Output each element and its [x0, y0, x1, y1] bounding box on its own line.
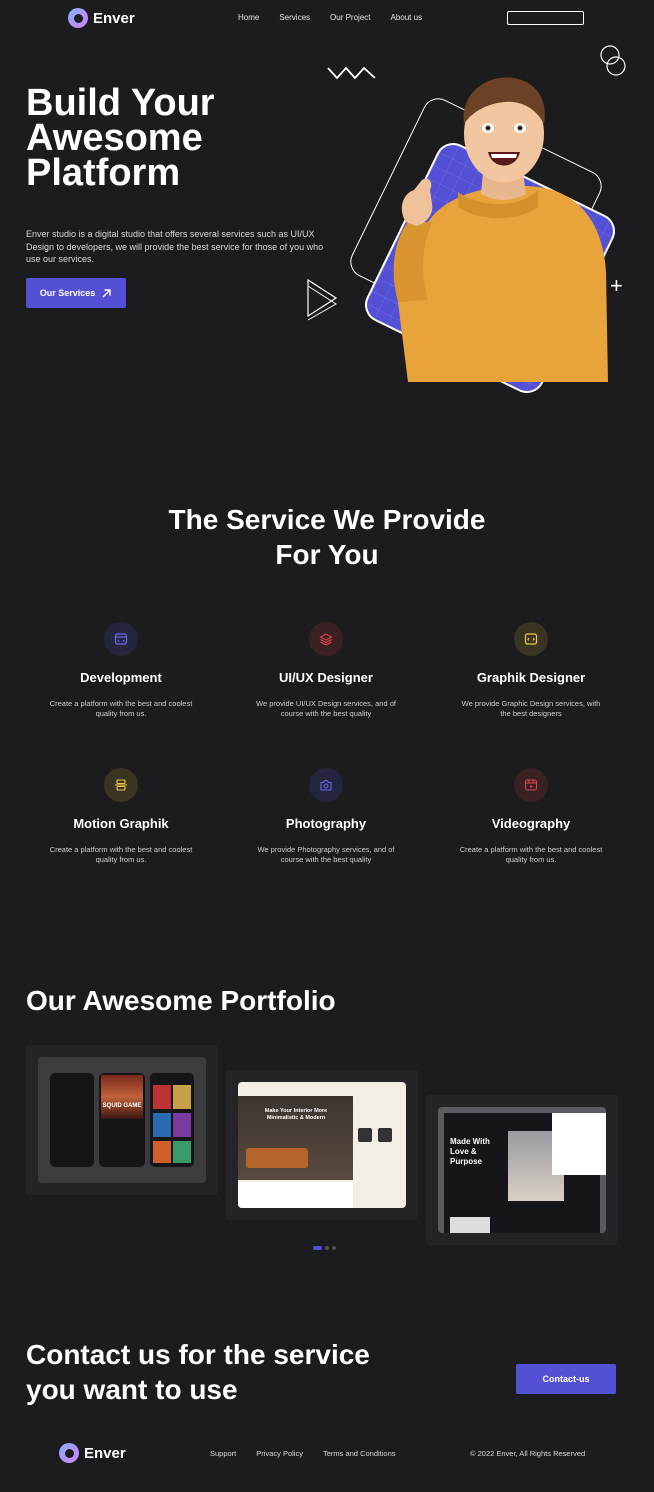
service-name: UI/UX Designer	[279, 670, 373, 685]
hero-description: Enver studio is a digital studio that of…	[26, 229, 324, 264]
service-card-graphik-designer[interactable]: Graphik Designer We provide Graphic Desi…	[436, 622, 626, 719]
service-description: We provide Graphic Design services, with…	[461, 699, 601, 718]
service-description: We provide UI/UX Design services, and of…	[256, 699, 396, 718]
service-description: Create a platform with the best and cool…	[49, 699, 193, 718]
hero-title-line: Platform	[26, 152, 181, 194]
hero-title-line: Build Your	[26, 82, 215, 124]
services-title: The Service We Provide For You	[0, 502, 654, 572]
nav-links: Home Services Our Project About us	[238, 13, 442, 22]
hero-title: Build Your Awesome Platform	[26, 82, 326, 194]
portfolio-item-label: Made With Love & Purpose	[450, 1137, 490, 1166]
portfolio-screenshot: Make Your Interior More Minimalistic & M…	[238, 1082, 406, 1208]
layers-icon	[309, 622, 343, 656]
hero-person-image	[393, 77, 608, 382]
portfolio-item-label: SQUID GAME	[102, 1103, 142, 1109]
footer-link-terms[interactable]: Terms and Conditions	[323, 1449, 396, 1458]
portfolio-item-label: Make Your Interior More Minimalistic & M…	[264, 1108, 328, 1121]
brand-name: Enver	[84, 1444, 126, 1462]
portfolio-title: Our Awesome Portfolio	[26, 985, 336, 1016]
contact-title-line: you want to use	[26, 1374, 238, 1405]
motion-icon	[104, 768, 138, 802]
service-name: Motion Graphik	[73, 816, 169, 831]
portfolio-card-interior-website[interactable]: Make Your Interior More Minimalistic & M…	[226, 1070, 418, 1220]
service-name: Graphik Designer	[476, 670, 586, 685]
pagination-dot[interactable]	[332, 1246, 336, 1250]
top-nav: Enver Home Services Our Project About us	[0, 0, 654, 36]
service-card-photography[interactable]: Photography We provide Photography servi…	[231, 768, 421, 865]
pagination-dot[interactable]	[325, 1246, 329, 1250]
arrow-up-right-icon	[102, 288, 111, 297]
enver-logo-icon	[59, 1443, 79, 1463]
enver-logo-icon	[68, 8, 88, 28]
portfolio-screenshot: SQUID GAME	[38, 1057, 206, 1183]
service-card-uiux[interactable]: UI/UX Designer We provide UI/UX Design s…	[231, 622, 421, 719]
service-name: Development	[80, 670, 162, 685]
service-card-motion-graphik[interactable]: Motion Graphik Create a platform with th…	[26, 768, 216, 865]
zigzag-decoration-icon	[327, 66, 376, 80]
nav-link-our-project[interactable]: Our Project	[330, 13, 370, 22]
play-decoration-icon	[307, 278, 338, 321]
browser-icon	[104, 622, 138, 656]
video-icon	[514, 768, 548, 802]
portfolio-card-mobile-app[interactable]: SQUID GAME	[26, 1045, 218, 1195]
service-description: Create a platform with the best and cool…	[459, 845, 603, 864]
service-name: Photography	[285, 816, 367, 831]
copyright-text: © 2022 Enver, All Rights Reserved	[470, 1449, 586, 1458]
footer-link-privacy-policy[interactable]: Privacy Policy	[256, 1449, 303, 1458]
pagination-dot-active[interactable]	[313, 1246, 322, 1250]
plus-decoration-icon: +	[610, 273, 623, 298]
service-description: Create a platform with the best and cool…	[49, 845, 193, 864]
footer-brand-logo[interactable]: Enver	[59, 1443, 126, 1463]
nav-button[interactable]	[507, 11, 584, 25]
services-title-line: For You	[275, 539, 379, 570]
footer-link-support[interactable]: Support	[210, 1449, 236, 1458]
code-window-icon	[514, 622, 548, 656]
service-card-videography[interactable]: Videography Create a platform with the b…	[436, 768, 626, 865]
service-description: We provide Photography services, and of …	[257, 845, 395, 864]
service-card-development[interactable]: Development Create a platform with the b…	[26, 622, 216, 719]
nav-link-about-us[interactable]: About us	[391, 13, 423, 22]
footer-links: Support Privacy Policy Terms and Conditi…	[210, 1449, 416, 1458]
portfolio-pagination	[313, 1246, 336, 1250]
brand-logo[interactable]: Enver	[68, 8, 135, 28]
brand-name: Enver	[93, 9, 135, 27]
portfolio-card-made-with-love[interactable]: Made With Love & Purpose	[426, 1095, 618, 1245]
hero-title-line: Awesome	[26, 117, 203, 159]
contact-us-button[interactable]: Contact-us	[516, 1364, 616, 1394]
portfolio-screenshot: Made With Love & Purpose	[438, 1107, 606, 1233]
services-title-line: The Service We Provide	[168, 504, 486, 535]
contact-title-line: Contact us for the service	[26, 1339, 370, 1370]
nav-link-home[interactable]: Home	[238, 13, 259, 22]
our-services-button[interactable]: Our Services	[26, 278, 126, 308]
service-name: Videography	[491, 816, 571, 831]
our-services-label: Our Services	[39, 288, 96, 298]
contact-title: Contact us for the service you want to u…	[26, 1337, 446, 1407]
camera-icon	[309, 768, 343, 802]
nav-link-services[interactable]: Services	[279, 13, 310, 22]
